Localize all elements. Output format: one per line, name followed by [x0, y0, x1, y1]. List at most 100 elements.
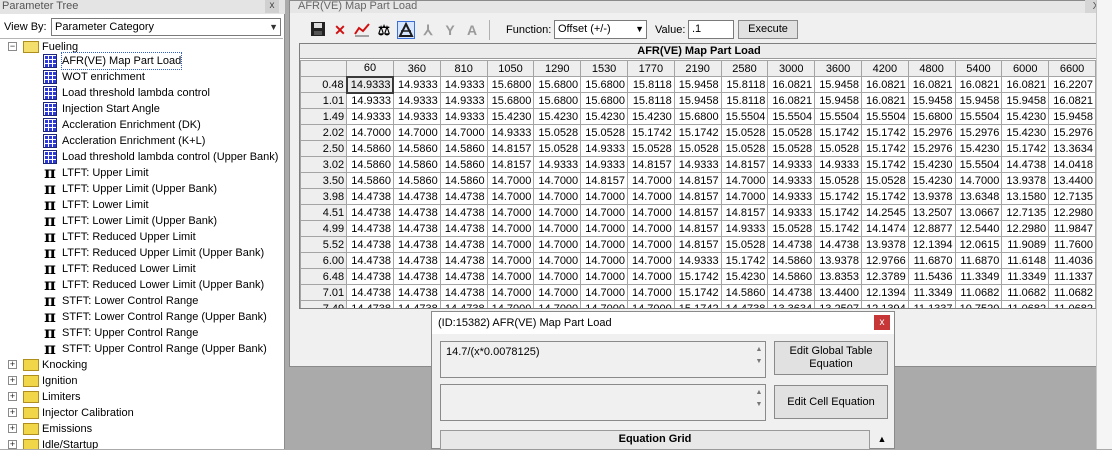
- map-cell[interactable]: 13.2507: [814, 300, 862, 308]
- execute-button[interactable]: Execute: [738, 20, 798, 39]
- map-cell[interactable]: 14.5860: [439, 156, 488, 173]
- tree-item[interactable]: Accleration Enrichment (K+L): [0, 133, 280, 149]
- map-cell[interactable]: 14.9333: [392, 76, 441, 93]
- map-cell[interactable]: 14.4738: [439, 204, 488, 221]
- map-cell[interactable]: 15.9458: [1048, 108, 1096, 125]
- map-cell[interactable]: 15.0528: [626, 140, 675, 157]
- map-cell[interactable]: 15.0528: [533, 140, 582, 157]
- map-cell[interactable]: 15.1742: [860, 188, 909, 205]
- map-cell[interactable]: 14.8157: [486, 140, 535, 157]
- rpm-column-header[interactable]: 1290: [533, 60, 582, 77]
- map-cell[interactable]: 12.3789: [860, 268, 909, 285]
- map-cell[interactable]: 12.8877: [907, 220, 956, 237]
- map-cell[interactable]: 14.4738: [346, 220, 394, 237]
- map-cell[interactable]: 15.0528: [767, 124, 816, 141]
- map-cell[interactable]: 14.4738: [1001, 156, 1050, 173]
- map-cell[interactable]: 11.6148: [1001, 252, 1050, 269]
- close-icon[interactable]: ✕: [331, 21, 349, 39]
- map-cell[interactable]: 14.7000: [626, 284, 675, 301]
- map-cell[interactable]: 15.1742: [860, 156, 909, 173]
- map-cell[interactable]: 14.9333: [767, 172, 816, 189]
- rpm-column-header[interactable]: 810: [439, 60, 488, 77]
- map-cell[interactable]: 15.4230: [580, 108, 628, 125]
- map-cell[interactable]: 16.0821: [1001, 76, 1050, 93]
- map-cell[interactable]: 15.0528: [720, 140, 769, 157]
- map-cell[interactable]: 14.7000: [533, 188, 582, 205]
- map-cell[interactable]: 15.1742: [626, 124, 675, 141]
- map-cell[interactable]: 14.7000: [580, 252, 628, 269]
- map-cell[interactable]: 14.8157: [673, 172, 722, 189]
- map-cell[interactable]: 14.7000: [626, 172, 675, 189]
- tree-item[interactable]: AFR(VE) Map Part Load: [0, 52, 280, 70]
- map-cell[interactable]: 14.9333: [392, 108, 441, 125]
- map-cell[interactable]: 15.9458: [954, 92, 1003, 109]
- map-cell[interactable]: 14.7000: [486, 284, 535, 301]
- map-cell[interactable]: 15.5504: [814, 108, 862, 125]
- map-cell[interactable]: 15.4230: [907, 156, 956, 173]
- map-cell[interactable]: 15.6800: [580, 92, 628, 109]
- map-cell[interactable]: 14.7000: [626, 300, 675, 308]
- rpm-column-header[interactable]: 1770: [626, 60, 675, 77]
- map-cell[interactable]: 15.0528: [767, 140, 816, 157]
- tree-item[interactable]: Accleration Enrichment (DK): [0, 117, 280, 133]
- map-cell[interactable]: 15.5504: [767, 108, 816, 125]
- map-cell[interactable]: 13.9378: [860, 236, 909, 253]
- value-input[interactable]: .1: [688, 20, 734, 39]
- map-cell[interactable]: 14.7000: [626, 268, 675, 285]
- rpm-column-header[interactable]: 60: [346, 60, 394, 77]
- map-cell[interactable]: 12.5440: [954, 220, 1003, 237]
- tree-item[interactable]: π STFT: Upper Control Range (Upper Bank): [0, 341, 280, 357]
- load-row-header[interactable]: 7.01: [300, 284, 348, 301]
- collapse-icon[interactable]: −: [8, 42, 17, 51]
- map-cell[interactable]: 16.0821: [860, 76, 909, 93]
- load-row-header[interactable]: 4.99: [300, 220, 348, 237]
- load-row-header[interactable]: 1.01: [300, 92, 348, 109]
- map-cell[interactable]: 14.7000: [626, 236, 675, 253]
- map-cell[interactable]: 15.1742: [860, 124, 909, 141]
- map-cell[interactable]: 16.0821: [860, 92, 909, 109]
- map-cell[interactable]: 15.6800: [907, 108, 956, 125]
- map-cell[interactable]: 14.9333: [345, 75, 395, 94]
- map-cell[interactable]: 14.7000: [533, 268, 582, 285]
- map-cell[interactable]: 15.6800: [533, 92, 582, 109]
- map-cell[interactable]: 14.9333: [814, 156, 862, 173]
- map-cell[interactable]: 11.1337: [1048, 268, 1096, 285]
- map-cell[interactable]: 15.0528: [767, 220, 816, 237]
- map-cell[interactable]: 14.7000: [533, 300, 582, 308]
- map-cell[interactable]: 14.7000: [580, 268, 628, 285]
- map-cell[interactable]: 15.0528: [814, 140, 862, 157]
- map-cell[interactable]: 11.9847: [1048, 220, 1096, 237]
- tree-item[interactable]: Load threshold lambda control: [0, 85, 280, 101]
- map-cell[interactable]: 15.2976: [954, 124, 1003, 141]
- map-cell[interactable]: 16.0821: [954, 76, 1003, 93]
- map-cell[interactable]: 15.1742: [720, 252, 769, 269]
- map-cell[interactable]: 14.7000: [486, 220, 535, 237]
- map-cell[interactable]: 15.4230: [533, 108, 582, 125]
- map-cell[interactable]: 14.5860: [767, 252, 816, 269]
- map-cell[interactable]: 14.7000: [392, 124, 441, 141]
- map-cell[interactable]: 15.8118: [626, 76, 675, 93]
- map-cell[interactable]: 14.4738: [392, 188, 441, 205]
- tree-category-injector-calibration[interactable]: + Injector Calibration: [0, 405, 280, 421]
- map-cell[interactable]: 11.5436: [907, 268, 956, 285]
- map-cell[interactable]: 14.9333: [767, 204, 816, 221]
- map-cell[interactable]: 16.0821: [767, 76, 816, 93]
- map-cell[interactable]: 15.0528: [533, 124, 582, 141]
- tree-item[interactable]: π LTFT: Upper Limit: [0, 165, 280, 181]
- map-cell[interactable]: 14.4738: [346, 252, 394, 269]
- map-cell[interactable]: 14.4738: [439, 284, 488, 301]
- map-cell[interactable]: 14.4738: [392, 236, 441, 253]
- map-cell[interactable]: 15.9458: [907, 92, 956, 109]
- map-cell[interactable]: 14.5860: [439, 172, 488, 189]
- map-cell[interactable]: 15.8118: [626, 92, 675, 109]
- load-row-header[interactable]: 3.98: [300, 188, 348, 205]
- tree-item[interactable]: π LTFT: Reduced Lower Limit (Upper Bank): [0, 277, 280, 293]
- map-cell[interactable]: 12.0615: [954, 236, 1003, 253]
- map-cell[interactable]: 14.9333: [392, 92, 441, 109]
- map-cell[interactable]: 15.5504: [954, 156, 1003, 173]
- map-cell[interactable]: 15.9458: [673, 92, 722, 109]
- map-cell[interactable]: 11.0682: [1001, 300, 1050, 308]
- tree-category-limiters[interactable]: + Limiters: [0, 389, 280, 405]
- map-cell[interactable]: 14.7000: [533, 284, 582, 301]
- map-cell[interactable]: 16.0821: [767, 92, 816, 109]
